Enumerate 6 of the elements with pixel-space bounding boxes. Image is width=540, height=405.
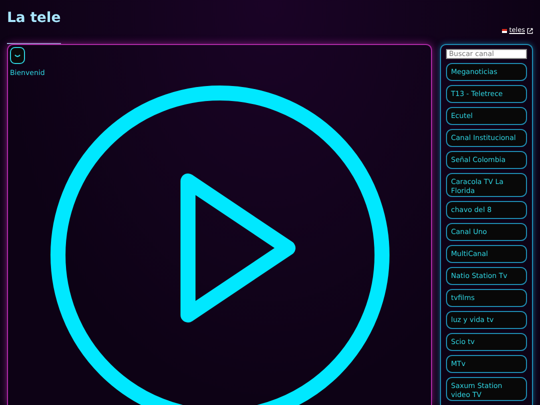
menu-toggle-button[interactable]	[10, 47, 25, 64]
external-link-icon	[527, 28, 533, 34]
play-icon[interactable]	[50, 84, 390, 405]
page-title: La tele	[7, 8, 61, 44]
flag-icon	[502, 29, 508, 33]
smile-icon	[14, 54, 21, 58]
